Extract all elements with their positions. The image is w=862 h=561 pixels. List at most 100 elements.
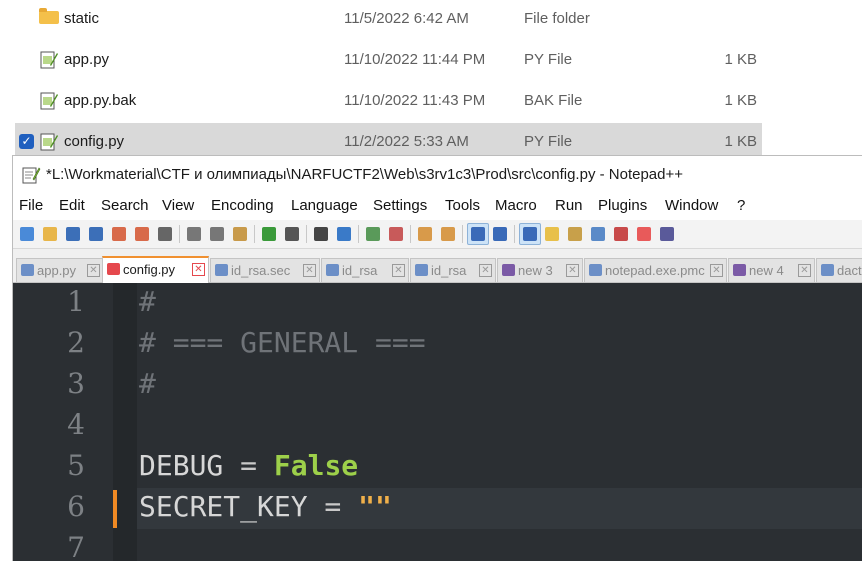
replace-button[interactable] [334,224,354,244]
row-checkbox[interactable]: ✓ [19,134,34,149]
redo-button[interactable] [282,224,302,244]
menu-run[interactable]: Run [555,197,583,214]
paste-button[interactable] [230,224,250,244]
saved-file-icon [415,264,428,276]
tab-new-3[interactable]: new 3 ✕ [497,258,583,282]
zoom-out-button[interactable] [386,224,406,244]
menu-help[interactable]: ? [737,197,745,214]
tab-id-rsa[interactable]: id_rsa ✕ [321,258,409,282]
tab-close-icon[interactable]: ✕ [479,264,492,277]
undo-button[interactable] [259,224,279,244]
code-editor[interactable]: 1 #2 # === GENERAL === 3 #4 5 DEBUG = False 6 SE… [13,283,862,561]
saved-file-icon [502,264,515,276]
saved-file-icon [589,264,602,276]
tab-close-icon[interactable]: ✕ [87,264,100,277]
doc-map-button[interactable] [565,224,585,244]
open-file-button[interactable] [40,224,60,244]
toolbar-separator [514,225,515,243]
toolbar-separator [462,225,463,243]
code-token: SECRET_KEY [139,490,308,523]
save-icon [66,227,80,241]
tab-id-rsa[interactable]: id_rsa ✕ [410,258,496,282]
tab-close-icon[interactable]: ✕ [710,264,723,277]
word-wrap-icon [471,227,485,241]
tab-config-py[interactable]: config.py ✕ [102,256,209,284]
code-line: 6 SECRET_KEY = "" [13,488,862,529]
file-date: 11/10/2022 11:44 PM [344,51,486,68]
toolbar-separator [179,225,180,243]
tab-label: config.py [123,262,176,277]
code-token: = [307,490,359,523]
code-line: 3 # [13,365,862,406]
word-wrap-button[interactable] [467,223,489,245]
tab-notepad-exe-pmc[interactable]: notepad.exe.pmc ✕ [584,258,727,282]
menu-view[interactable]: View [162,197,194,214]
saved-file-icon [326,264,339,276]
cut-button[interactable] [184,224,204,244]
show-all-chars-button[interactable] [490,224,510,244]
indent-guide-button[interactable] [519,223,541,245]
code-token: = [223,449,274,482]
redo-icon [285,227,299,241]
file-type: BAK File [524,92,583,109]
zoom-in-button[interactable] [363,224,383,244]
print-button[interactable] [155,224,175,244]
code-token: False [273,449,359,482]
notepadpp-file-icon [39,91,59,110]
document-tab-bar: app.py ✕ config.py ✕ id_rsa.sec ✕ id_rsa ✕ id_rs… [13,256,862,284]
file-name: app.py.bak [64,92,137,109]
udl-button[interactable] [542,224,562,244]
menu-macro[interactable]: Macro [495,197,537,214]
file-type: File folder [524,10,590,27]
file-size: 1 KB [724,51,757,68]
file-row[interactable]: app.py.bak 11/10/2022 11:43 PM BAK File 1 K… [0,82,862,120]
tab-app-py[interactable]: app.py ✕ [16,258,104,282]
find-button[interactable] [311,224,331,244]
save-button[interactable] [63,224,83,244]
file-name: config.py [64,133,125,150]
folder-icon [39,8,59,24]
tab-close-icon[interactable]: ✕ [192,263,205,276]
tab-label: app.py [37,263,77,278]
tab-id-rsa-sec[interactable]: id_rsa.sec ✕ [210,258,320,282]
doc-list-button[interactable] [588,224,608,244]
unsaved-change-marker [113,490,117,528]
sync-h-button[interactable] [438,224,458,244]
file-name: app.py [64,51,110,68]
file-date: 11/10/2022 11:43 PM [344,92,486,109]
copy-button[interactable] [207,224,227,244]
menu-window[interactable]: Window [665,197,718,214]
function-list-button[interactable] [611,224,631,244]
tab-close-icon[interactable]: ✕ [566,264,579,277]
tab-dact[interactable]: dact [816,258,862,282]
close-button[interactable] [109,224,129,244]
replace-icon [337,227,351,241]
menu-tools[interactable]: Tools [445,197,480,214]
menu-plugins[interactable]: Plugins [598,197,647,214]
monitoring-button[interactable] [657,224,677,244]
menu-file[interactable]: File [19,197,43,214]
tab-close-icon[interactable]: ✕ [303,264,316,277]
close-all-button[interactable] [132,224,152,244]
title-bar[interactable]: *L:\Workmaterial\CTF и олимпиады\NARFUCT… [13,156,862,194]
menu-encoding[interactable]: Encoding [211,197,274,214]
file-row[interactable]: static 11/5/2022 6:42 AM File folder [0,0,862,38]
line-number: 7 [67,531,85,561]
tab-close-icon[interactable]: ✕ [392,264,405,277]
code-token: DEBUG [139,449,224,482]
saved-file-icon [215,264,228,276]
new-file-button[interactable] [17,224,37,244]
open-file-icon [43,227,57,241]
menu-language[interactable]: Language [291,197,358,214]
folder-workspace-button[interactable] [634,224,654,244]
save-all-icon [89,227,103,241]
menu-settings[interactable]: Settings [373,197,427,214]
sync-v-button[interactable] [415,224,435,244]
tab-new-4[interactable]: new 4 ✕ [728,258,815,282]
menu-edit[interactable]: Edit [59,197,85,214]
save-all-button[interactable] [86,224,106,244]
menu-search[interactable]: Search [101,197,149,214]
file-row[interactable]: app.py 11/10/2022 11:44 PM PY File 1 KB [0,41,862,79]
tab-close-icon[interactable]: ✕ [798,264,811,277]
copy-icon [210,227,224,241]
